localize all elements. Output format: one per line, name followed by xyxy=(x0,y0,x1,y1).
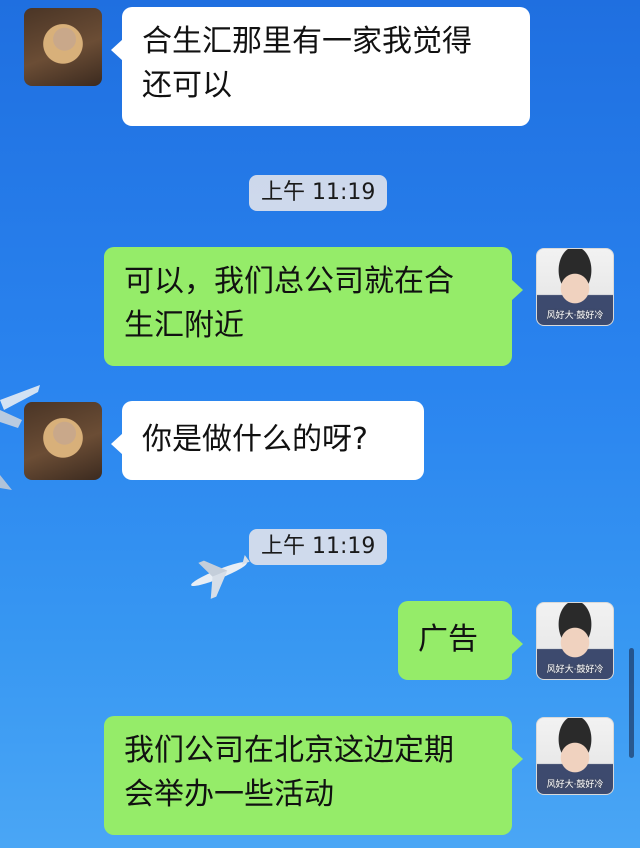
airplane-icon xyxy=(0,385,40,490)
avatar-caption: 风好大·鼓好冷 xyxy=(546,665,604,675)
chat-area[interactable]: 合生汇那里有一家我觉得 还可以 上午 11:19 可以，我们总公司就在合 生汇附… xyxy=(0,0,640,848)
message-text: 广告 xyxy=(418,622,478,657)
message-text: 生汇附近 xyxy=(124,308,244,343)
avatar-caption: 风好大·鼓好冷 xyxy=(546,311,604,321)
message-bubble-received[interactable]: 合生汇那里有一家我觉得 还可以 xyxy=(111,7,530,126)
timestamp: 上午 11:19 xyxy=(249,529,388,565)
message-text: 我们公司在北京这边定期 xyxy=(124,733,454,768)
message-text: 可以，我们总公司就在合 xyxy=(124,264,454,299)
message-bubble-sent[interactable]: 广告 xyxy=(398,601,523,680)
message-text: 会举办一些活动 xyxy=(124,777,334,812)
my-avatar[interactable]: 风好大·鼓好冷 xyxy=(536,602,614,680)
scrollbar[interactable] xyxy=(629,648,634,758)
message-bubble-sent[interactable]: 我们公司在北京这边定期 会举办一些活动 xyxy=(104,716,523,835)
avatar-caption: 风好大·鼓好冷 xyxy=(546,780,604,790)
message-bubble-received[interactable]: 你是做什么的呀? xyxy=(111,401,424,480)
message-bubble-sent[interactable]: 可以，我们总公司就在合 生汇附近 xyxy=(104,247,523,366)
airplane-icon xyxy=(191,554,250,599)
timestamp: 上午 11:19 xyxy=(249,175,388,211)
message-text: 合生汇那里有一家我觉得 xyxy=(142,24,472,59)
my-avatar[interactable]: 风好大·鼓好冷 xyxy=(536,717,614,795)
message-text: 还可以 xyxy=(142,68,232,103)
message-text: 你是做什么的呀? xyxy=(142,422,368,457)
contact-avatar[interactable] xyxy=(24,8,102,86)
my-avatar[interactable]: 风好大·鼓好冷 xyxy=(536,248,614,326)
